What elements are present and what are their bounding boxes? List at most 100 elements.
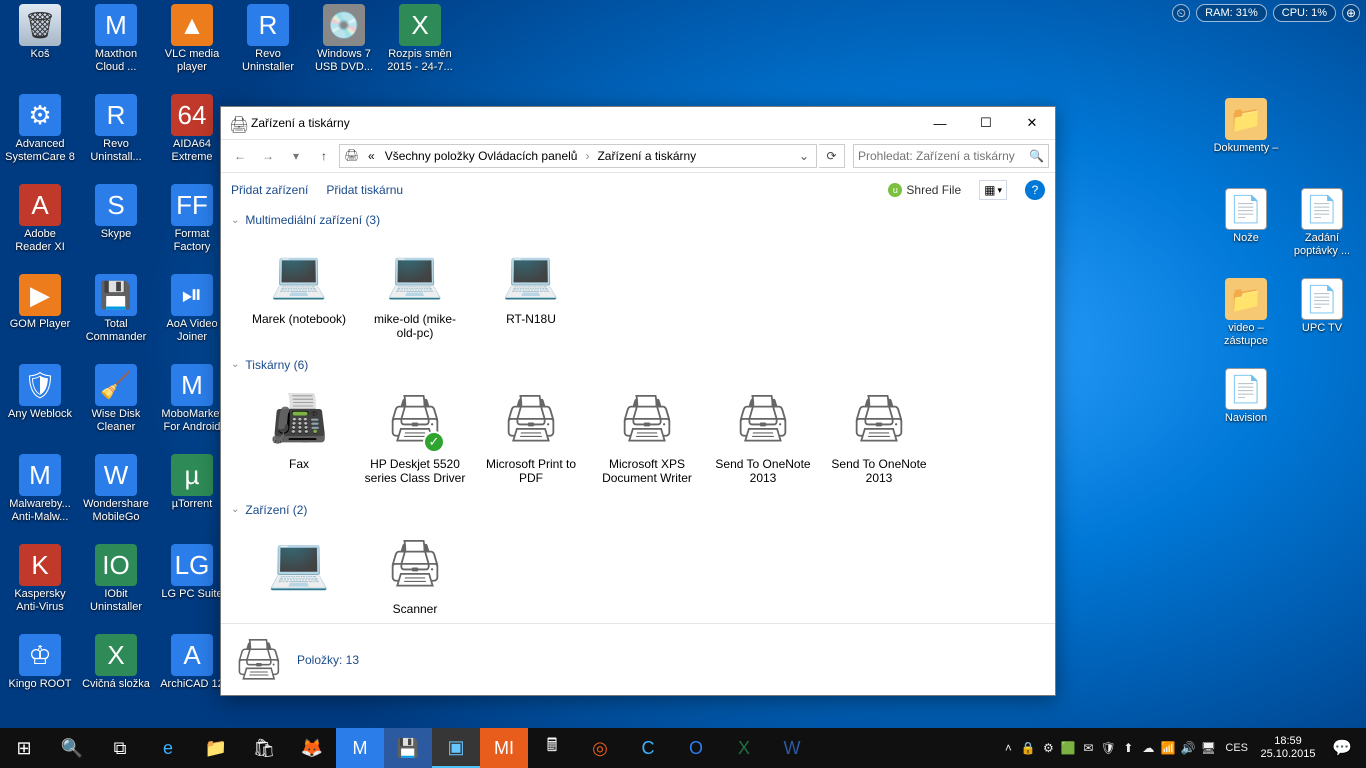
printer-item[interactable]: Send To OneNote 2013 bbox=[707, 378, 819, 491]
tray-language[interactable]: CES bbox=[1219, 728, 1254, 768]
taskbar-app[interactable]: C bbox=[624, 728, 672, 768]
maximize-button[interactable]: ☐ bbox=[963, 107, 1009, 139]
desktop-icon[interactable]: ▲VLC media player bbox=[154, 0, 230, 90]
desktop-icon[interactable]: 📁Dokumenty – bbox=[1208, 94, 1284, 184]
desktop-icon[interactable]: FFFormat Factory bbox=[154, 180, 230, 270]
up-button[interactable]: ↑ bbox=[311, 143, 337, 169]
address-dropdown[interactable]: ⌄ bbox=[796, 149, 812, 163]
forward-button[interactable]: → bbox=[255, 143, 281, 169]
crumb-control-panel[interactable]: Všechny položky Ovládacích panelů bbox=[381, 147, 582, 165]
desktop-icon[interactable]: 📄UPC TV bbox=[1284, 274, 1360, 364]
desktop-icon[interactable]: 📄Zadání poptávky ... bbox=[1284, 184, 1360, 274]
desktop-icon[interactable]: WWondershare MobileGo bbox=[78, 450, 154, 540]
desktop-icon[interactable]: SSkype bbox=[78, 180, 154, 270]
group-header-multimedia[interactable]: ⌄Multimediální zařízení (3) bbox=[221, 207, 1055, 233]
printer-item[interactable]: ✓HP Deskjet 5520 series Class Driver bbox=[359, 378, 471, 491]
desktop-icon[interactable]: MMalwareby... Anti-Malw... bbox=[2, 450, 78, 540]
add-device-button[interactable]: Přidat zařízení bbox=[231, 183, 308, 197]
device-item[interactable]: Scanner bbox=[359, 523, 471, 621]
device-item[interactable]: mike-old (mike-old-pc) bbox=[359, 233, 471, 346]
crumb-prefix[interactable]: « bbox=[364, 147, 379, 165]
taskbar-app[interactable]: MI bbox=[480, 728, 528, 768]
desktop-icon[interactable]: µµTorrent bbox=[154, 450, 230, 540]
taskbar-app-outlook[interactable]: O bbox=[672, 728, 720, 768]
refresh-button[interactable]: ⟳ bbox=[819, 144, 845, 168]
taskbar-app[interactable]: 💾 bbox=[384, 728, 432, 768]
action-center-button[interactable]: 💬 bbox=[1322, 738, 1362, 758]
taskbar-app-word[interactable]: W bbox=[768, 728, 816, 768]
crumb-devices-printers[interactable]: Zařízení a tiskárny bbox=[593, 147, 700, 165]
desktop-icon[interactable]: RRevo Uninstaller bbox=[230, 0, 306, 90]
breadcrumb[interactable]: 🖨 « Všechny položky Ovládacích panelů › … bbox=[339, 144, 817, 168]
device-item[interactable] bbox=[243, 523, 355, 621]
tray-icon[interactable]: 🔒 bbox=[1019, 728, 1037, 768]
desktop-icon[interactable]: 🧹Wise Disk Cleaner bbox=[78, 360, 154, 450]
search-button[interactable]: 🔍 bbox=[48, 728, 96, 768]
tray-icon[interactable]: 🟩 bbox=[1059, 728, 1077, 768]
tray-chevron-up-icon[interactable]: ˄ bbox=[999, 728, 1017, 768]
desktop-icon[interactable]: XCvičná složka bbox=[78, 630, 154, 720]
chevron-right-icon[interactable]: › bbox=[583, 149, 591, 163]
task-view-button[interactable]: ⧉ bbox=[96, 728, 144, 768]
shred-file-button[interactable]: uShred File bbox=[888, 183, 961, 197]
desktop-icon[interactable]: KKaspersky Anti-Virus bbox=[2, 540, 78, 630]
desktop-icon[interactable]: 📄Nože bbox=[1208, 184, 1284, 274]
minimize-button[interactable]: — bbox=[917, 107, 963, 139]
group-header-devices[interactable]: ⌄Zařízení (2) bbox=[221, 497, 1055, 523]
printer-item[interactable]: Send To OneNote 2013 bbox=[823, 378, 935, 491]
overlay-icon[interactable]: ⏲ bbox=[1172, 4, 1190, 22]
desktop-icon[interactable]: RRevo Uninstall... bbox=[78, 90, 154, 180]
start-button[interactable]: ⊞ bbox=[0, 728, 48, 768]
overlay-add[interactable]: ⊕ bbox=[1342, 4, 1360, 22]
desktop-icon[interactable]: 💿Windows 7 USB DVD... bbox=[306, 0, 382, 90]
help-button[interactable]: ? bbox=[1025, 180, 1045, 200]
desktop-icon[interactable]: 📄Navision bbox=[1208, 364, 1284, 454]
add-printer-button[interactable]: Přidat tiskárnu bbox=[326, 183, 403, 197]
desktop-icon[interactable]: ⏯AoA Video Joiner bbox=[154, 270, 230, 360]
taskbar-app-store[interactable]: 🛍 bbox=[240, 728, 288, 768]
desktop-icon[interactable]: 🗑Koš bbox=[2, 0, 78, 90]
titlebar[interactable]: 🖨 Zařízení a tiskárny — ☐ ✕ bbox=[221, 107, 1055, 139]
desktop-icon[interactable]: ▶GOM Player bbox=[2, 270, 78, 360]
tray-icon[interactable]: ☁ bbox=[1139, 728, 1157, 768]
device-item[interactable]: Marek (notebook) bbox=[243, 233, 355, 346]
taskbar-app-edge[interactable]: e bbox=[144, 728, 192, 768]
taskbar-app[interactable]: 🦊 bbox=[288, 728, 336, 768]
taskbar-app[interactable]: ◎ bbox=[576, 728, 624, 768]
desktop-icon[interactable]: ⚙Advanced SystemCare 8 bbox=[2, 90, 78, 180]
back-button[interactable]: ← bbox=[227, 143, 253, 169]
desktop-icon[interactable]: LGLG PC Suite bbox=[154, 540, 230, 630]
desktop-icon[interactable]: AAdobe Reader XI bbox=[2, 180, 78, 270]
desktop-icon[interactable]: 64AIDA64 Extreme bbox=[154, 90, 230, 180]
tray-icon[interactable]: 🖥 bbox=[1199, 728, 1217, 768]
desktop-icon[interactable]: IOIObit Uninstaller bbox=[78, 540, 154, 630]
search-input[interactable] bbox=[858, 149, 1029, 163]
content-area[interactable]: ⌄Multimediální zařízení (3) Marek (noteb… bbox=[221, 207, 1055, 623]
tray-network-icon[interactable]: 📶 bbox=[1159, 728, 1177, 768]
device-item[interactable]: RT-N18U bbox=[475, 233, 587, 346]
desktop-icon[interactable]: 💾Total Commander bbox=[78, 270, 154, 360]
taskbar-app[interactable]: M bbox=[336, 728, 384, 768]
taskbar-app-calc[interactable]: 🖩 bbox=[528, 728, 576, 768]
tray-volume-icon[interactable]: 🔊 bbox=[1179, 728, 1197, 768]
ram-indicator[interactable]: RAM: 31% bbox=[1196, 4, 1267, 22]
taskbar-app-active[interactable]: ▣ bbox=[432, 728, 480, 768]
printer-item[interactable]: Microsoft XPS Document Writer bbox=[591, 378, 703, 491]
close-button[interactable]: ✕ bbox=[1009, 107, 1055, 139]
taskbar-clock[interactable]: 18:5925.10.2015 bbox=[1256, 735, 1320, 761]
desktop-icon[interactable]: AArchiCAD 12 bbox=[154, 630, 230, 720]
desktop-icon[interactable]: ♔Kingo ROOT bbox=[2, 630, 78, 720]
view-options-button[interactable]: ▦ ▾ bbox=[979, 180, 1007, 200]
tray-icon[interactable]: ✉ bbox=[1079, 728, 1097, 768]
cpu-indicator[interactable]: CPU: 1% bbox=[1273, 4, 1336, 22]
desktop-icon[interactable]: 🛡Any Weblock bbox=[2, 360, 78, 450]
desktop-icon[interactable]: MMaxthon Cloud ... bbox=[78, 0, 154, 90]
desktop-icon[interactable]: 📁video – zástupce bbox=[1208, 274, 1284, 364]
printer-item[interactable]: Microsoft Print to PDF bbox=[475, 378, 587, 491]
tray-icon[interactable]: ⬆ bbox=[1119, 728, 1137, 768]
taskbar-app-explorer[interactable]: 📁 bbox=[192, 728, 240, 768]
group-header-printers[interactable]: ⌄Tiskárny (6) bbox=[221, 352, 1055, 378]
desktop-icon[interactable]: MMoboMarket For Android bbox=[154, 360, 230, 450]
recent-dropdown[interactable]: ▾ bbox=[283, 143, 309, 169]
search-icon[interactable]: 🔍 bbox=[1029, 149, 1044, 163]
